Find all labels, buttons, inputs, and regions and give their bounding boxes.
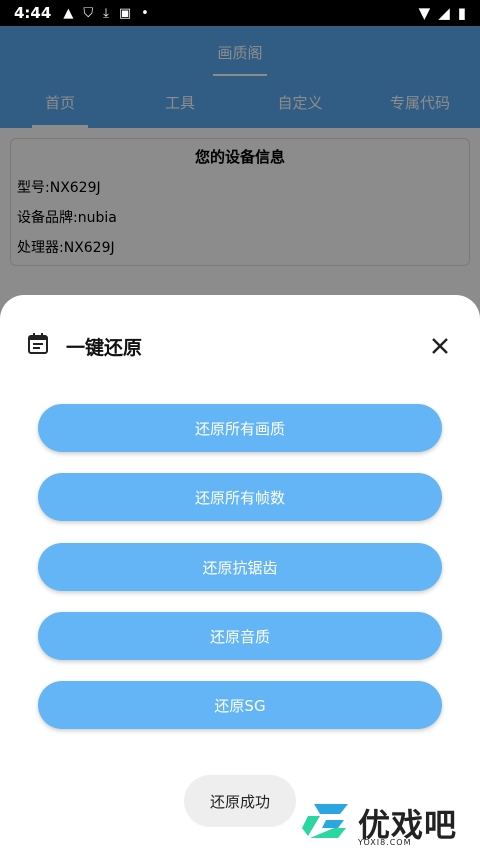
watermark-subtext: YOXI8.COM [358,838,412,847]
shield-icon: ⛉ [83,5,94,21]
wifi-icon: ▼ [418,4,431,22]
watermark-logo-icon [302,804,348,838]
status-bar: 4:44 ▲ ⛉ ⤓ ▣ • ▼ ◢ ▮ [0,0,480,26]
status-time: 4:44 [14,4,52,22]
sheet-header: 一键还原 [26,331,454,361]
restore-sg-button[interactable]: 还原SG [38,681,442,729]
signal-icon: ◢ [438,4,450,22]
restore-audio-button[interactable]: 还原音质 [38,612,442,660]
close-button[interactable] [426,332,454,360]
site-watermark: 优戏吧 YOXI8.COM [300,800,478,850]
restore-all-fps-button[interactable]: 还原所有帧数 [38,473,442,521]
restore-all-quality-button[interactable]: 还原所有画质 [38,404,442,452]
calendar-icon [26,332,50,360]
warning-icon: ▲ [63,5,74,21]
download-icon: ⤓ [103,5,109,21]
dot-icon: • [141,5,149,21]
restore-antialiasing-button[interactable]: 还原抗锯齿 [38,543,442,591]
sheet-title: 一键还原 [66,336,143,359]
app-notification-icon: ▣ [118,5,132,21]
restore-bottom-sheet: 一键还原 还原所有画质 还原所有帧数 还原抗锯齿 还原音质 还原SG [0,295,480,853]
battery-icon: ▮ [457,4,466,22]
toast-message: 还原成功 [184,775,296,827]
close-icon [432,338,448,354]
